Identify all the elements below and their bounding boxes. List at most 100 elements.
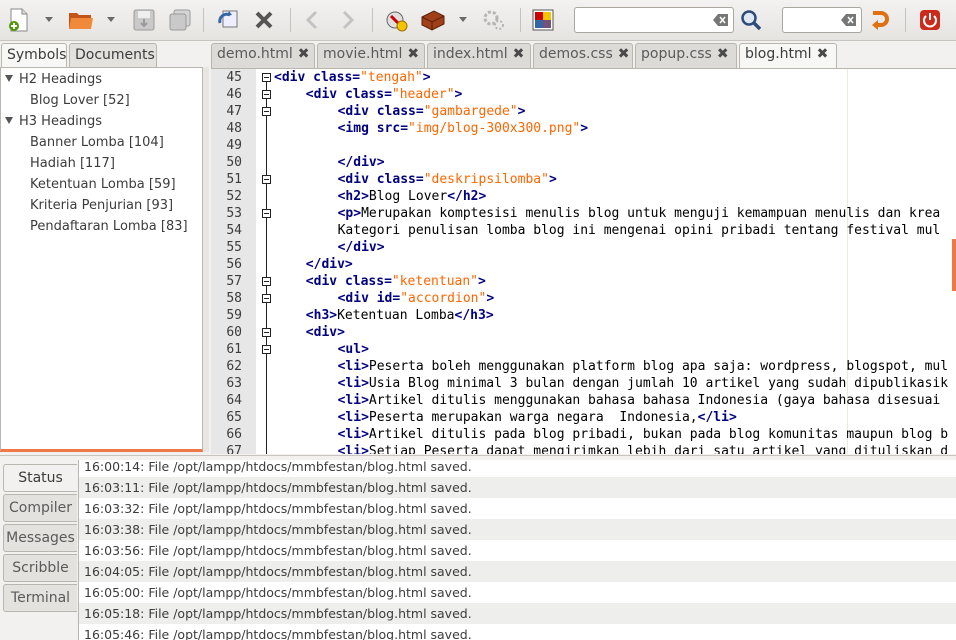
code-line[interactable]: 64 <li>Artikel ditulis menggunakan bahasa… [211, 392, 956, 409]
save-icon [133, 9, 155, 31]
execute-button[interactable] [480, 6, 508, 34]
expander-down-icon[interactable] [5, 117, 13, 124]
reload-button[interactable] [214, 6, 242, 34]
tree-item[interactable]: Banner Lomba [104] [30, 135, 164, 150]
tab-popup-css[interactable]: popup.css ✖ [635, 43, 737, 68]
close-tab-icon[interactable]: ✖ [817, 46, 829, 62]
code-line[interactable]: 54 Kategori penulisan lomba blog ini meng… [211, 222, 956, 239]
build-button[interactable] [418, 6, 448, 34]
navigate-back-button[interactable] [300, 6, 324, 34]
tab-symbols[interactable]: Symbols [1, 43, 67, 67]
code-text: <p>Merupakan komptesisi menulis blog unt… [337, 206, 941, 221]
tree-item[interactable]: Kriteria Penjurian [93] [30, 198, 173, 213]
fold-toggle-icon[interactable] [262, 328, 271, 337]
compile-button[interactable] [383, 6, 411, 34]
tab-blog-html[interactable]: blog.html ✖ [739, 43, 837, 68]
save-all-button[interactable] [166, 6, 194, 34]
tab-messages[interactable]: Messages [3, 524, 77, 552]
goto-line-button[interactable] [866, 6, 894, 34]
open-file-dropdown-icon[interactable] [107, 17, 115, 22]
fold-toggle-icon[interactable] [262, 107, 271, 116]
new-file-button[interactable] [5, 6, 33, 34]
line-number: 56 [226, 257, 242, 272]
tree-item[interactable]: Pendaftaran Lomba [83] [30, 219, 188, 234]
tree-item[interactable]: Blog Lover [52] [30, 93, 130, 108]
tree-group-h2[interactable]: H2 Headings [19, 72, 102, 87]
code-line[interactable]: 67 <li>Setiap Peserta dapat mengirimkan l… [211, 443, 956, 454]
search-input[interactable] [574, 7, 734, 33]
tree-group-h3[interactable]: H3 Headings [19, 114, 102, 129]
fold-toggle-icon[interactable] [262, 209, 271, 218]
search-button[interactable] [738, 6, 764, 34]
tab-documents[interactable]: Documents [69, 43, 157, 67]
fold-toggle-icon[interactable] [262, 294, 271, 303]
save-button[interactable] [130, 6, 158, 34]
code-line[interactable]: 48 <img src="img/blog-300x300.png"> [211, 120, 956, 137]
tab-movie-html[interactable]: movie.html ✖ [317, 43, 425, 68]
symbol-tree: H2 Headings Blog Lover [52] H3 Headings … [0, 67, 203, 452]
code-view[interactable]: 45 <div class="tengah"> 46 <div class="head… [211, 68, 956, 454]
code-line[interactable]: 62 <li>Peserta boleh menggunakan platform… [211, 358, 956, 375]
tab-demos-css[interactable]: demos.css ✖ [533, 43, 633, 68]
line-number: 66 [226, 427, 242, 442]
code-line[interactable]: 50 </div> [211, 154, 956, 171]
navigate-forward-button[interactable] [336, 6, 360, 34]
sidebar-scrollbar[interactable] [203, 67, 209, 452]
status-log[interactable]: 16:00:14: File /opt/lampp/htdocs/mmbfest… [78, 460, 956, 640]
code-line[interactable]: 51 <div class="deskripsilomba"> [211, 171, 956, 188]
tab-label: demo.html [217, 46, 293, 62]
close-tab-icon[interactable]: ✖ [407, 46, 419, 62]
line-number: 55 [226, 240, 242, 255]
toolbar-separator [203, 8, 204, 32]
tab-terminal[interactable]: Terminal [3, 584, 77, 612]
tab-demo-html[interactable]: demo.html ✖ [211, 43, 315, 68]
code-line[interactable]: 59 <h3>Ketentuan Lomba</h3> [211, 307, 956, 324]
jump-arrow-icon [872, 11, 889, 30]
code-line[interactable]: 52 <h2>Blog Lover</h2> [211, 188, 956, 205]
code-line[interactable]: 46 <div class="header"> [211, 86, 956, 103]
tab-scribble[interactable]: Scribble [3, 554, 77, 582]
tree-item[interactable]: Ketentuan Lomba [59] [30, 177, 176, 192]
close-tab-icon[interactable]: ✖ [618, 46, 630, 62]
fold-toggle-icon[interactable] [262, 73, 271, 82]
tab-compiler[interactable]: Compiler [3, 494, 77, 522]
power-icon [920, 10, 940, 30]
tree-item[interactable]: Hadiah [117] [30, 156, 115, 171]
fold-toggle-icon[interactable] [262, 90, 271, 99]
code-line[interactable]: 56 </div> [211, 256, 956, 273]
code-line[interactable]: 61 <ul> [211, 341, 956, 358]
build-dropdown-icon[interactable] [459, 17, 467, 22]
fold-toggle-icon[interactable] [262, 277, 271, 286]
tab-index-html[interactable]: index.html ✖ [427, 43, 531, 68]
line-number: 49 [226, 138, 242, 153]
tab-status[interactable]: Status [3, 464, 77, 492]
fold-toggle-icon[interactable] [262, 175, 271, 184]
fold-toggle-icon[interactable] [262, 345, 271, 354]
close-tab-icon[interactable]: ✖ [717, 46, 729, 62]
open-file-button[interactable] [66, 6, 96, 34]
open-folder-icon [69, 13, 93, 29]
code-line[interactable]: 58 <div id="accordion"> [211, 290, 956, 307]
code-line[interactable]: 47 <div class="gambargede"> [211, 103, 956, 120]
toolbar [0, 0, 956, 41]
close-file-button[interactable] [250, 6, 278, 34]
code-line[interactable]: 57 <div class="ketentuan"> [211, 273, 956, 290]
line-number: 47 [226, 104, 242, 119]
color-chooser-button[interactable] [529, 6, 557, 34]
goto-line-input[interactable] [782, 7, 862, 33]
code-line[interactable]: 66 <li>Artikel ditulis pada blog pribadi,… [211, 426, 956, 443]
code-line[interactable]: 49 [211, 137, 956, 154]
new-file-dropdown-icon[interactable] [45, 17, 53, 22]
log-row: 16:05:46: File /opt/lampp/htdocs/mmbfest… [84, 627, 472, 640]
quit-button[interactable] [916, 6, 944, 34]
close-tab-icon[interactable]: ✖ [298, 46, 310, 62]
close-tab-icon[interactable]: ✖ [513, 46, 525, 62]
code-line[interactable]: 65 <li>Peserta merupakan warga negara Ind… [211, 409, 956, 426]
tab-label: popup.css [641, 46, 712, 62]
expander-down-icon[interactable] [5, 75, 13, 82]
code-line[interactable]: 55 </div> [211, 239, 956, 256]
code-line[interactable]: 60 <div> [211, 324, 956, 341]
code-line[interactable]: 45 <div class="tengah"> [211, 69, 956, 86]
code-line[interactable]: 53 <p>Merupakan komptesisi menulis blog u… [211, 205, 956, 222]
code-line[interactable]: 63 <li>Usia Blog minimal 3 bulan dengan j… [211, 375, 956, 392]
